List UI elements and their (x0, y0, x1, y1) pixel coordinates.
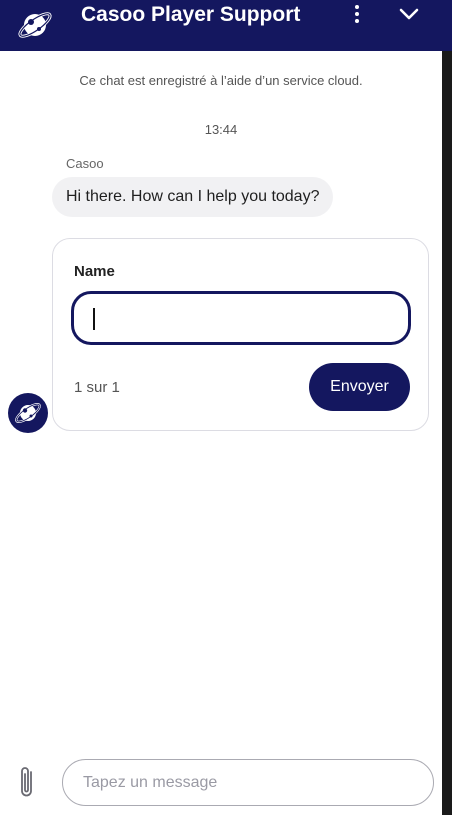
planet-logo-icon (15, 403, 41, 423)
name-field-label: Name (74, 263, 115, 280)
chat-header: Casoo Player Support (0, 0, 452, 51)
submit-button[interactable]: Envoyer (309, 363, 410, 411)
sender-name: Casoo (66, 156, 104, 171)
name-form-card: Name 1 sur 1 Envoyer (52, 238, 429, 431)
paperclip-icon[interactable] (16, 764, 40, 800)
window-edge (442, 51, 452, 815)
name-input-wrapper[interactable] (71, 291, 411, 345)
chat-title: Casoo Player Support (81, 3, 301, 26)
recording-notice: Ce chat est enregistré à l’aide d’un ser… (79, 73, 363, 88)
message-timestamp: 13:44 (204, 122, 238, 137)
kebab-menu-icon[interactable] (348, 2, 366, 26)
planet-logo-icon (18, 12, 52, 38)
agent-message-bubble: Hi there. How can I help you today? (52, 177, 334, 217)
agent-avatar (8, 393, 48, 433)
form-pager: 1 sur 1 (74, 379, 120, 396)
message-composer[interactable] (62, 759, 434, 806)
agent-message-text: Hi there. How can I help you today? (66, 188, 320, 205)
name-input[interactable] (88, 303, 388, 333)
message-input[interactable] (83, 770, 413, 796)
chevron-down-icon[interactable] (396, 2, 422, 26)
